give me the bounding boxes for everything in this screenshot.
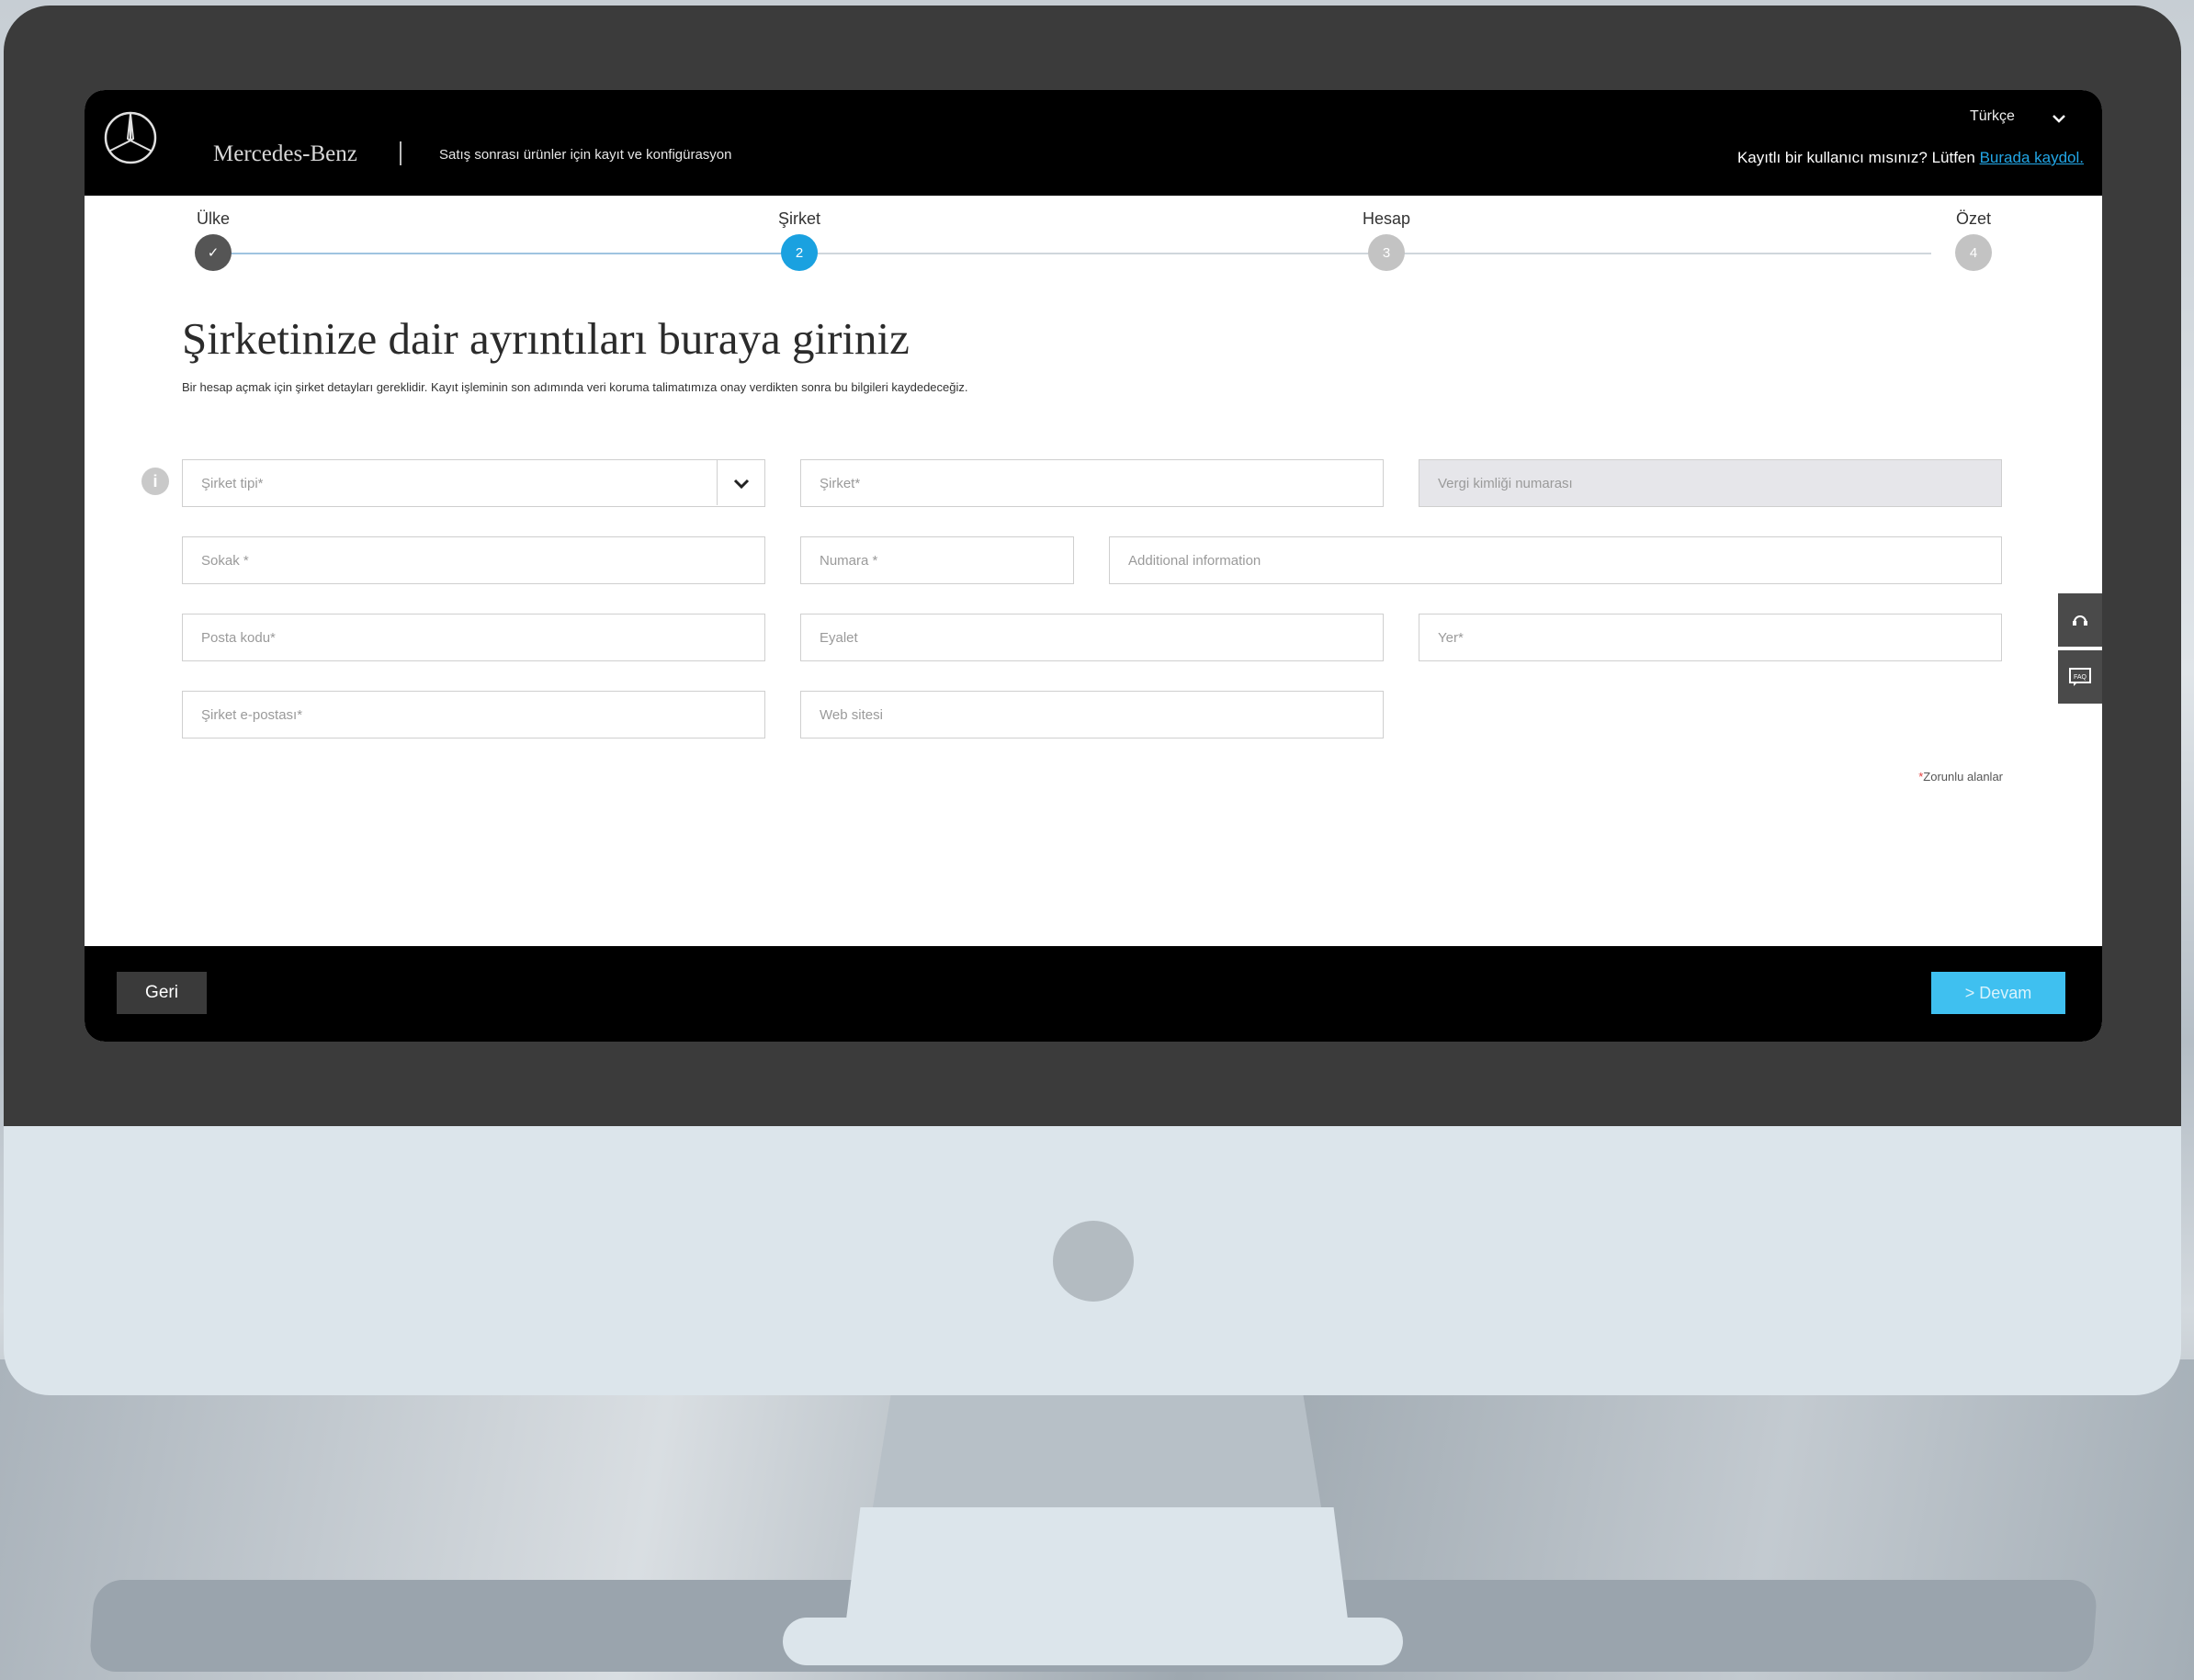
company-type-select[interactable] [182,459,765,507]
monitor-stand [845,1507,1349,1627]
email-field[interactable] [182,691,765,739]
brand-name: Mercedes-Benz [213,141,357,166]
app-subtitle: Satış sonrası ürünler için kayıt ve konf… [439,147,732,163]
additional-info-input[interactable] [1110,537,2001,583]
faq-icon: FAQ [2069,668,2091,686]
number-field[interactable] [800,536,1074,584]
street-input[interactable] [183,537,764,583]
mercedes-star-icon[interactable] [103,110,158,165]
number-input[interactable] [801,537,1073,583]
postal-code-input[interactable] [183,614,764,660]
website-field[interactable] [800,691,1384,739]
company-field[interactable] [800,459,1384,507]
step-number: 4 [1955,234,1992,271]
required-fields-note: *Zorunlu alanlar [1918,770,2003,784]
screen: Mercedes-Benz Satış sonrası ürünler için… [85,90,2102,1042]
faq-label: FAQ [2074,674,2087,681]
monitor-neck [873,1395,1321,1507]
website-input[interactable] [801,692,1383,738]
required-note-text: Zorunlu alanlar [1923,770,2003,784]
info-icon[interactable]: i [141,468,169,495]
register-prompt: Kayıtlı bir kullanıcı mısınız? Lütfen Bu… [1737,149,2084,167]
step-country[interactable]: Ülke ✓ [176,209,250,271]
additional-info-field[interactable] [1109,536,2002,584]
header-bar: Mercedes-Benz Satış sonrası ürünler için… [85,90,2102,196]
city-input[interactable] [1419,614,2001,660]
step-summary: Özet 4 [1937,209,2010,271]
state-field[interactable] [800,614,1384,661]
street-field[interactable] [182,536,765,584]
tax-id-field [1419,459,2002,507]
step-account: Hesap 3 [1350,209,1423,271]
page-title: Şirketinize dair ayrıntıları buraya giri… [182,313,910,364]
header-divider [400,141,401,165]
register-prompt-text: Kayıtlı bir kullanıcı mısınız? Lütfen [1736,149,1975,166]
step-number: 3 [1368,234,1405,271]
footer-bar: Geri > Devam [85,946,2102,1042]
register-link[interactable]: Burada kaydol. [1980,149,2084,166]
check-icon: ✓ [195,234,232,271]
step-label: Ülke [196,209,230,228]
next-button[interactable]: > Devam [1931,972,2065,1014]
step-label: Hesap [1362,209,1411,228]
headset-icon [2073,615,2087,626]
faq-tab[interactable]: FAQ [2058,650,2102,704]
email-input[interactable] [183,692,764,738]
stepper-line-done [213,253,792,254]
step-company[interactable]: Şirket 2 [763,209,836,271]
monitor-foot [783,1618,1403,1665]
back-button[interactable]: Geri [117,972,207,1014]
company-input[interactable] [801,460,1383,506]
tax-id-input [1419,460,2001,506]
language-select[interactable]: Türkçe [1970,108,2015,125]
company-type-input[interactable] [183,460,764,506]
city-field[interactable] [1419,614,2002,661]
step-label: Özet [1955,209,1991,228]
chevron-down-icon[interactable] [717,460,764,505]
postal-code-field[interactable] [182,614,765,661]
chevron-down-icon[interactable] [2051,110,2067,127]
monitor-logo-dot [1053,1221,1134,1302]
step-label: Şirket [777,209,820,228]
page-description: Bir hesap açmak için şirket detayları ge… [182,380,968,394]
state-input[interactable] [801,614,1383,660]
step-number: 2 [781,234,818,271]
support-tab[interactable] [2058,593,2102,647]
